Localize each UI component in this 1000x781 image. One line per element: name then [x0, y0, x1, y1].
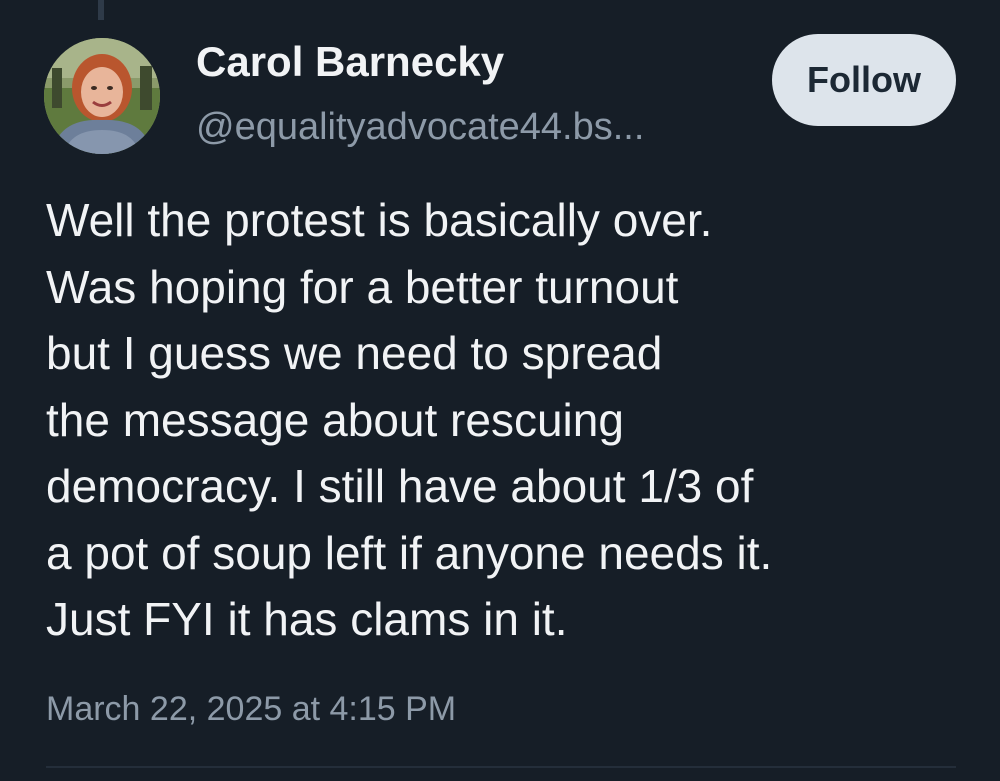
post-text-line: the message about rescuing — [46, 393, 624, 446]
post-timestamp[interactable]: March 22, 2025 at 4:15 PM — [46, 690, 456, 729]
author-handle[interactable]: @equalityadvocate44.bs... — [196, 106, 644, 149]
post-text-line: but I guess we need to spread — [46, 327, 663, 379]
avatar[interactable] — [44, 38, 160, 154]
follow-button[interactable]: Follow — [772, 34, 956, 126]
author-name[interactable]: Carol Barnecky — [196, 38, 504, 86]
post-text-line: Well the protest is basically over. — [46, 194, 713, 246]
avatar-image — [44, 38, 160, 154]
post-text-line: Was hoping for a better turnout — [46, 260, 679, 313]
thread-line — [98, 0, 104, 20]
post-text: Well the protest is basically over. Was … — [46, 187, 976, 653]
post-text-line: Just FYI it has clams in it. — [46, 593, 568, 645]
post-text-line: democracy. I still have about 1/3 of — [46, 460, 754, 512]
divider — [46, 766, 956, 768]
post-text-line: a pot of soup left if anyone needs it. — [46, 526, 773, 579]
